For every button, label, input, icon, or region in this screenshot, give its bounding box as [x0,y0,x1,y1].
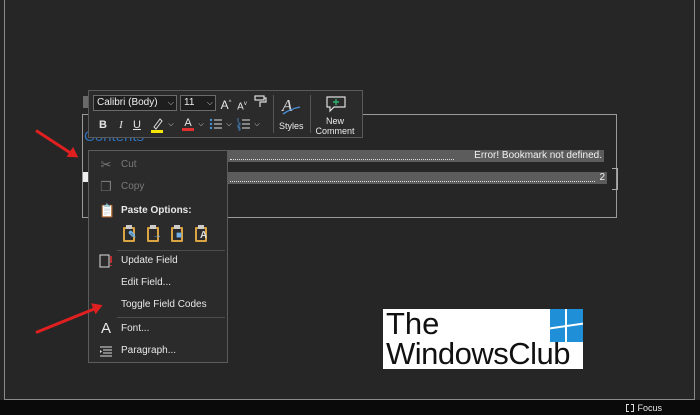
format-painter-button[interactable] [253,95,269,113]
focus-mode-button[interactable]: Focus [626,401,662,414]
menu-item-paste-options: 📋 Paste Options: [89,201,227,221]
chevron-down-icon[interactable]: ⌵ [167,118,175,132]
chevron-down-icon: ⌵ [167,98,174,107]
styles-label: Styles [279,121,304,131]
status-bar: Focus [0,400,700,415]
styles-icon: A [281,96,301,115]
paste-options-row: ✎ → ■ A [121,225,211,243]
focus-icon [626,402,635,413]
font-name-dropdown[interactable]: Calibri (Body) ⌵ [93,95,177,111]
scissors-icon: ✂ [100,157,112,172]
toc-entry-2-page: 2 [597,172,605,184]
underline-button[interactable]: U [131,118,143,132]
menu-item-label: Font... [121,323,150,334]
menu-item-cut[interactable]: ✂ Cut [89,155,227,175]
menu-item-copy[interactable]: ❐ Copy [89,177,227,197]
chevron-down-icon: ⌵ [206,98,213,107]
picture-icon[interactable]: ■ [169,225,187,243]
toolbar-divider [273,95,274,133]
font-icon: A [100,320,111,337]
highlight-button[interactable] [149,117,165,137]
menu-item-font[interactable]: A Font... [89,319,227,339]
italic-button[interactable]: I [115,118,127,132]
mini-toolbar: Calibri (Body) ⌵ 11 ⌵ A^ Av B I U ⌵ A ⌵ … [88,90,363,138]
clipboard-icon: 📋 [99,203,116,218]
highlighter-icon [151,118,163,133]
watermark-logo: The WindowsClub [383,306,583,371]
chevron-down-icon[interactable]: ⌵ [253,118,261,132]
update-field-icon [99,254,113,268]
font-color-button[interactable]: A [181,116,195,131]
grow-font-button[interactable]: A^ [219,96,233,112]
menu-item-label: Toggle Field Codes [121,299,207,310]
bold-button[interactable]: B [97,118,109,132]
merge-formatting-icon[interactable]: → [145,225,163,243]
keep-source-formatting-icon[interactable]: ✎ [121,225,139,243]
menu-item-toggle-field-codes[interactable]: Toggle Field Codes [89,295,227,315]
copy-icon: ❐ [100,179,112,194]
menu-separator [117,317,225,318]
context-menu: ✂ Cut ❐ Copy 📋 Paste Options: ✎ → ■ A Up… [88,150,228,363]
windows-logo-icon [550,309,583,342]
font-color-icon: A [184,117,192,129]
menu-item-update-field[interactable]: Update Field [89,251,227,271]
chevron-down-icon[interactable]: ⌵ [197,118,205,132]
bullets-button[interactable] [209,117,223,135]
keep-text-only-icon[interactable]: A [193,225,211,243]
menu-item-label: Edit Field... [121,277,172,288]
menu-item-label: Copy [121,181,145,192]
font-name-value: Calibri (Body) [97,97,158,108]
new-comment-button[interactable] [321,95,351,115]
focus-label: Focus [637,402,662,413]
menu-item-edit-field[interactable]: Edit Field... [89,273,227,293]
field-bracket [612,168,618,190]
new-comment-icon [326,96,346,113]
grow-font-icon: A [220,98,229,112]
shrink-font-button[interactable]: Av [235,97,249,114]
numbering-button[interactable] [237,117,251,135]
font-size-value: 11 [184,97,195,108]
bullet-list-icon [209,118,222,130]
shrink-font-icon: A [237,101,244,113]
leader-dots [230,150,454,160]
font-size-dropdown[interactable]: 11 ⌵ [180,95,216,111]
format-painter-icon [254,95,267,107]
leader-dots [230,172,595,182]
menu-item-label: Update Field [121,255,178,266]
numbered-list-icon [237,118,250,131]
chevron-down-icon[interactable]: ⌵ [225,118,233,132]
menu-item-label: Paste Options: [121,205,192,216]
paragraph-icon [99,344,113,358]
toc-entry-1-text: Error! Bookmark not defined. [472,150,602,162]
watermark-line2: WindowsClub [386,336,571,371]
menu-item-paragraph[interactable]: Paragraph... [89,341,227,361]
menu-item-label: Cut [121,159,137,170]
menu-item-label: Paragraph... [121,345,177,356]
new-comment-label: New Comment [315,116,355,136]
